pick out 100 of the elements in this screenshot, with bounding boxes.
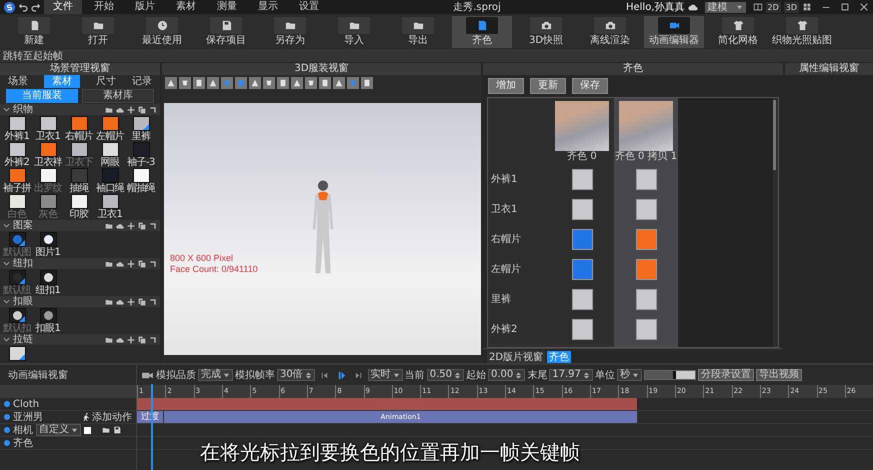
unit-dropdown[interactable]: 秒 <box>616 369 642 381</box>
view-tool-button[interactable] <box>277 77 289 89</box>
colorway-button[interactable]: 增加 <box>488 78 524 94</box>
folder-icon[interactable] <box>105 298 113 306</box>
cloud-icon[interactable] <box>116 106 124 114</box>
view-tool-button[interactable] <box>179 77 191 89</box>
cloth-track-bar[interactable] <box>137 398 638 410</box>
color-swatch[interactable] <box>572 318 592 340</box>
view-tool-button[interactable] <box>263 77 275 89</box>
end-time-spinbox[interactable]: 17.97 <box>549 369 593 381</box>
color-swatch[interactable] <box>636 288 656 310</box>
corner-arrow-icon[interactable] <box>149 222 157 230</box>
section-header[interactable]: 图案 <box>0 220 160 231</box>
section-header[interactable]: 织物 <box>0 104 160 115</box>
plus-icon[interactable] <box>127 298 135 306</box>
current-time-spinbox[interactable]: 0.50 <box>426 369 464 381</box>
toolbar-button[interactable]: 简化网格 <box>708 16 768 48</box>
cloud-icon[interactable] <box>116 298 124 306</box>
material-item[interactable]: 图片1 <box>33 232 63 258</box>
folder-icon[interactable] <box>105 106 113 114</box>
export-video-button[interactable]: 导出视频 <box>756 369 802 381</box>
section-header[interactable]: 纽扣 <box>0 258 160 269</box>
panel-tab[interactable]: 尺寸 <box>88 75 124 88</box>
scrollbar[interactable] <box>773 100 776 170</box>
copy-icon[interactable] <box>138 298 146 306</box>
toolbar-button[interactable]: 打开 <box>68 16 128 48</box>
panel-tab[interactable]: 场景 <box>0 75 36 88</box>
copy-icon[interactable] <box>138 260 146 268</box>
toolbar-button[interactable]: 离线渲染 <box>580 16 640 48</box>
toolbar-button[interactable]: 导出 <box>388 16 448 48</box>
copy-icon[interactable] <box>138 336 146 344</box>
corner-arrow-icon[interactable] <box>149 260 157 268</box>
toolbar-button[interactable]: 织物光照贴图 <box>772 16 832 48</box>
maximize-icon[interactable] <box>840 2 850 12</box>
plus-icon[interactable] <box>127 336 135 344</box>
zoom-slider[interactable] <box>644 370 696 380</box>
add-action-button[interactable]: 添加动作 <box>82 412 132 422</box>
app-logo-icon[interactable] <box>4 2 15 12</box>
color-swatch[interactable] <box>572 288 592 310</box>
plus-icon[interactable] <box>127 260 135 268</box>
toolbar-button[interactable]: 另存为 <box>260 16 320 48</box>
skip-end-icon[interactable] <box>354 370 363 380</box>
colorway-column[interactable]: 齐色 0 拷贝 1 <box>614 98 678 348</box>
material-item[interactable]: 袖口绳 <box>95 168 125 194</box>
color-swatch[interactable] <box>636 168 656 190</box>
color-swatch[interactable] <box>572 258 592 280</box>
color-swatch[interactable] <box>84 426 91 434</box>
mode-dropdown[interactable]: 建模 <box>704 2 746 12</box>
material-item[interactable]: 抽绳 <box>64 168 94 194</box>
camera-dropdown[interactable]: 自定义 <box>36 424 81 436</box>
skip-start-icon[interactable] <box>320 370 329 380</box>
panel-tab[interactable]: 记录 <box>124 75 160 88</box>
cloud-icon[interactable] <box>688 2 698 12</box>
folder-icon[interactable] <box>105 222 113 230</box>
split-view-icon[interactable] <box>752 2 762 12</box>
toolbar-button[interactable]: 保存项目 <box>196 16 256 48</box>
section-header[interactable]: 拉链 <box>0 334 160 345</box>
play-icon[interactable] <box>336 370 346 380</box>
folder-icon[interactable] <box>105 260 113 268</box>
folder-icon[interactable] <box>105 336 113 344</box>
copy-icon[interactable] <box>138 222 146 230</box>
save-icon[interactable] <box>113 426 121 434</box>
segment-settings-button[interactable]: 分段录设置 <box>698 369 754 381</box>
material-item[interactable]: 帽抽绳 <box>126 168 156 194</box>
view-button[interactable]: 2D <box>766 2 781 12</box>
material-item[interactable]: 右帽片 <box>64 116 94 142</box>
color-swatch[interactable] <box>636 318 656 340</box>
color-swatch[interactable] <box>636 258 656 280</box>
close-icon[interactable] <box>859 2 869 12</box>
corner-arrow-icon[interactable] <box>149 298 157 306</box>
material-item[interactable]: 印胶 <box>64 194 94 220</box>
toolbar-button[interactable]: 最近使用 <box>132 16 192 48</box>
plus-icon[interactable] <box>127 106 135 114</box>
colorway-column[interactable]: 齐色 0 <box>550 98 614 348</box>
menu-tab[interactable]: 显示 <box>249 0 287 14</box>
section-header[interactable]: 扣眼 <box>0 296 160 307</box>
redo-icon[interactable] <box>31 2 41 12</box>
colorway-button[interactable]: 更新 <box>530 78 566 94</box>
colorway-button[interactable]: 保存 <box>572 78 608 94</box>
folder-icon[interactable] <box>102 426 110 434</box>
material-item[interactable]: 纽扣1 <box>33 270 63 296</box>
menu-tab[interactable]: 设置 <box>290 0 328 14</box>
material-item[interactable]: 卫衣1 <box>33 116 63 142</box>
color-swatch[interactable] <box>572 198 592 220</box>
plus-icon[interactable] <box>127 222 135 230</box>
material-item[interactable]: 袖子-3 <box>126 142 156 168</box>
view-tool-button[interactable] <box>193 77 205 89</box>
menu-tab[interactable]: 版片 <box>126 0 164 14</box>
view-button[interactable]: 3D <box>784 2 799 12</box>
material-item[interactable]: 袖子拼 <box>2 168 32 194</box>
corner-arrow-icon[interactable] <box>149 336 157 344</box>
view-tool-button[interactable] <box>319 77 331 89</box>
view-tool-button[interactable] <box>207 77 219 89</box>
quality-dropdown[interactable]: 完成 <box>198 369 233 381</box>
video-camera-icon[interactable] <box>141 370 154 380</box>
material-item[interactable]: 网眼 <box>95 142 125 168</box>
view-tool-button[interactable] <box>249 77 261 89</box>
color-swatch[interactable] <box>636 228 656 250</box>
menu-tab[interactable]: 开始 <box>85 0 123 14</box>
material-item[interactable]: 左帽片 <box>95 116 125 142</box>
